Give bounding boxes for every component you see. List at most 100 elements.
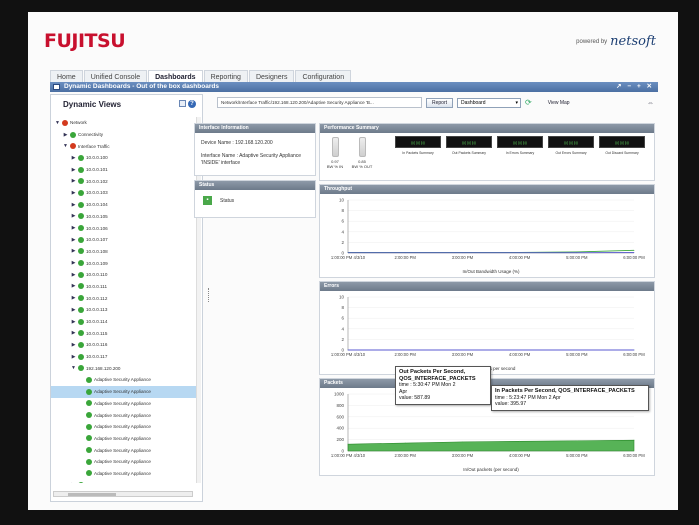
tree-node[interactable]: ▶ 10.0.0.105 <box>51 211 197 223</box>
y-tick-label: 2 <box>341 240 344 245</box>
data-point[interactable] <box>462 441 463 443</box>
tree-node[interactable]: ▶ 10.0.0.108 <box>51 246 197 258</box>
tree-node[interactable]: ▶192.168.120.8 <box>51 479 197 483</box>
expand-icon[interactable]: ⇔ <box>647 100 654 107</box>
collapse-toggle-icon[interactable]: ▶ <box>71 272 76 278</box>
tree-node[interactable]: ▶ 10.0.0.112 <box>51 292 197 304</box>
tree-node[interactable]: Adaptive Security Appliance <box>51 456 197 468</box>
tree-node[interactable]: ▶ 10.0.0.101 <box>51 164 197 176</box>
tree-node[interactable]: ▶ 10.0.0.104 <box>51 199 197 211</box>
tree-node[interactable]: Adaptive Security Appliance <box>51 468 197 480</box>
collapse-toggle-icon[interactable]: ▶ <box>71 202 76 208</box>
tree-node[interactable]: ▶ 10.0.0.116 <box>51 339 197 351</box>
collapse-toggle-icon[interactable]: ▶ <box>71 178 76 184</box>
collapse-toggle-icon[interactable]: ▶ <box>71 482 76 483</box>
tree-node[interactable]: ▶ 10.0.0.115 <box>51 327 197 339</box>
expand-toggle-icon[interactable]: ▼ <box>71 365 76 371</box>
collapse-toggle-icon[interactable]: ▶ <box>63 132 68 138</box>
tree-node[interactable]: ▶ 10.0.0.103 <box>51 187 197 199</box>
collapse-toggle-icon[interactable]: ▶ <box>71 167 76 173</box>
data-point[interactable] <box>519 252 520 254</box>
collapse-toggle-icon[interactable]: ▶ <box>71 260 76 266</box>
tree-node[interactable]: Adaptive Security Appliance <box>51 374 197 386</box>
tree-node[interactable]: ▶ 10.0.0.109 <box>51 257 197 269</box>
dashboard-select[interactable]: Dashboard ▾ <box>457 97 522 108</box>
tree-node[interactable]: ▼ Interface Traffic <box>51 140 197 152</box>
data-point[interactable] <box>576 349 578 351</box>
data-point[interactable] <box>462 252 463 254</box>
expand-toggle-icon[interactable]: ▼ <box>55 120 60 126</box>
collapse-toggle-icon[interactable]: ▶ <box>71 213 76 219</box>
tree-node[interactable]: ▶ 10.0.0.117 <box>51 351 197 363</box>
collapse-toggle-icon[interactable]: ▶ <box>71 295 76 301</box>
collapse-toggle-icon[interactable]: ▶ <box>71 237 76 243</box>
report-button[interactable]: Report <box>426 97 454 108</box>
data-point[interactable] <box>347 443 349 445</box>
status-dot-icon <box>78 341 84 348</box>
data-point[interactable] <box>576 251 578 253</box>
collapse-toggle-icon[interactable]: ▶ <box>71 330 76 336</box>
collapse-icon[interactable] <box>179 100 186 107</box>
view-map-link[interactable]: View Map <box>548 100 570 106</box>
collapse-toggle-icon[interactable]: ▶ <box>71 283 76 289</box>
data-point[interactable] <box>404 349 406 351</box>
data-point[interactable] <box>633 439 635 441</box>
tree-node[interactable]: ▶ 10.0.0.106 <box>51 222 197 234</box>
tree-node[interactable]: ▶ 10.0.0.111 <box>51 281 197 293</box>
collapse-toggle-icon[interactable]: ▶ <box>71 319 76 325</box>
collapse-toggle-icon[interactable]: ▶ <box>71 155 76 161</box>
collapse-toggle-icon[interactable]: ▶ <box>71 307 76 313</box>
path-field[interactable]: Network/Interface Traffic/192.168.120.20… <box>217 97 422 108</box>
data-point[interactable] <box>633 349 635 351</box>
tree-node[interactable]: Adaptive Security Appliance <box>51 398 197 410</box>
data-point[interactable] <box>404 252 406 254</box>
tooltip-title: In Packets Per Second, QOS_INTERFACE_PAC… <box>495 388 635 394</box>
tree-node[interactable]: Adaptive Security Appliance <box>51 433 197 445</box>
tree-node[interactable]: ▼ Network <box>51 117 197 129</box>
help-icon[interactable]: ? <box>188 100 196 108</box>
y-tick-label: 2 <box>341 337 344 342</box>
data-point[interactable] <box>576 252 578 254</box>
collapse-toggle-icon[interactable]: ▶ <box>71 354 76 360</box>
series-area[interactable] <box>347 439 635 452</box>
collapse-toggle-icon[interactable]: ▶ <box>71 248 76 254</box>
tree-node[interactable]: Adaptive Security Appliance <box>51 385 197 398</box>
tree-node[interactable]: ▼ 192.168.120.200 <box>51 362 197 374</box>
status-dot-icon <box>78 271 84 278</box>
tree-node[interactable]: ▶ 10.0.0.110 <box>51 269 197 281</box>
data-point[interactable] <box>404 442 406 444</box>
refresh-icon[interactable]: ⟳ <box>525 98 532 107</box>
tree-node-label: 10.0.0.108 <box>86 248 108 254</box>
collapse-toggle-icon[interactable]: ▶ <box>71 225 76 231</box>
collapse-toggle-icon[interactable]: ▶ <box>71 342 76 348</box>
data-point[interactable] <box>576 440 578 442</box>
data-point[interactable] <box>519 440 520 442</box>
status-dot-icon <box>78 330 84 337</box>
panel-splitter[interactable] <box>208 288 210 302</box>
window-controls[interactable]: ↗ − + ✕ <box>616 82 654 92</box>
data-point[interactable] <box>519 349 520 351</box>
tree-node[interactable]: ▶ 10.0.0.100 <box>51 152 197 164</box>
tree-node[interactable]: ▶ 10.0.0.107 <box>51 234 197 246</box>
collapse-toggle-icon[interactable]: ▶ <box>71 190 76 196</box>
data-point[interactable] <box>347 252 349 254</box>
tree-node[interactable]: Adaptive Security Appliance <box>51 444 197 456</box>
tree-node[interactable]: ▶ 10.0.0.114 <box>51 316 197 328</box>
data-point[interactable] <box>462 349 463 351</box>
tree-node[interactable]: Adaptive Security Appliance <box>51 421 197 433</box>
data-point[interactable] <box>347 349 349 351</box>
tree-node[interactable]: ▶ 10.0.0.102 <box>51 175 197 187</box>
status-dot-icon <box>86 435 92 442</box>
tree-node[interactable]: ▶ Connectivity <box>51 129 197 141</box>
tree-node-label: Adaptive Security Appliance <box>94 400 151 406</box>
data-point[interactable] <box>633 249 635 251</box>
tree-node[interactable]: Adaptive Security Appliance <box>51 409 197 421</box>
series-line[interactable] <box>348 249 635 253</box>
scroll-thumb[interactable] <box>68 493 116 496</box>
y-tick-label: 800 <box>336 403 344 408</box>
tree-horizontal-scrollbar[interactable] <box>53 491 193 497</box>
dashboard-icon <box>53 84 60 90</box>
expand-toggle-icon[interactable]: ▼ <box>63 143 68 149</box>
data-point[interactable] <box>633 252 635 253</box>
tree-node[interactable]: ▶ 10.0.0.113 <box>51 304 197 316</box>
